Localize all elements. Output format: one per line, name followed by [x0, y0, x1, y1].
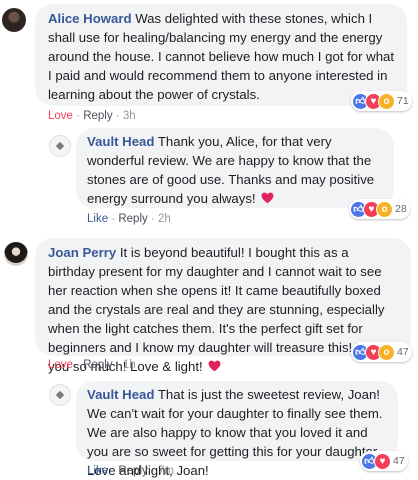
comment-text: It is beyond beautiful! I bought this as…: [48, 245, 393, 374]
like-link[interactable]: Like: [87, 465, 108, 477]
comment-bubble-vault-head-reply-2: Vault Head That is just the sweetest rev…: [76, 381, 398, 478]
comment-actions: Love · Reply · 3h: [48, 110, 136, 122]
reaction-count: 47: [397, 346, 409, 358]
comment-bubble-vault-head-reply-1: Vault Head Thank you, Alice, for that ve…: [76, 128, 394, 208]
wow-icon: o: [376, 200, 393, 218]
separator: ·: [115, 359, 120, 371]
comment-timestamp[interactable]: 1h: [123, 359, 136, 371]
reactions-summary[interactable]: 👍︎ ♥ o 71: [351, 91, 412, 111]
avatar-alice-howard[interactable]: [2, 8, 26, 32]
reaction-count: 71: [397, 95, 409, 107]
comment-timestamp[interactable]: 7m: [158, 465, 174, 477]
separator: ·: [111, 213, 116, 225]
reactions-summary[interactable]: 👍︎ ♥ o 28: [349, 199, 410, 219]
avatar-vault-head[interactable]: [49, 384, 71, 406]
heart-icon: [208, 360, 221, 372]
reactions-summary[interactable]: 👍︎ ♥ 47: [360, 451, 408, 471]
comment-author[interactable]: Alice Howard: [48, 11, 132, 26]
reaction-count: 47: [393, 455, 405, 467]
comment-timestamp[interactable]: 3h: [123, 110, 136, 122]
avatar-joan-perry[interactable]: [4, 242, 28, 266]
reply-link[interactable]: Reply: [83, 110, 112, 122]
heart-icon: [261, 192, 274, 204]
separator: ·: [115, 110, 120, 122]
love-link[interactable]: Love: [48, 110, 73, 122]
reply-link[interactable]: Reply: [118, 213, 147, 225]
reply-link[interactable]: Reply: [83, 359, 112, 371]
love-link[interactable]: Love: [48, 359, 73, 371]
separator: ·: [150, 213, 155, 225]
vault-head-logo-icon: [55, 141, 65, 151]
comment-author[interactable]: Joan Perry: [48, 245, 116, 260]
comment-actions: Like · Reply · 7m: [87, 465, 174, 477]
reply-link[interactable]: Reply: [118, 465, 147, 477]
wow-icon: o: [378, 343, 395, 361]
separator: ·: [111, 465, 116, 477]
comment-bubble-joan-perry: Joan Perry It is beyond beautiful! I bou…: [35, 238, 411, 374]
comment-actions: Love · Reply · 1h: [48, 359, 136, 371]
vault-head-logo-icon: [55, 390, 65, 400]
separator: ·: [150, 465, 155, 477]
avatar-vault-head[interactable]: [49, 135, 71, 157]
wow-icon: o: [378, 92, 395, 110]
comment-bubble-alice-howard: Alice Howard Was delighted with these st…: [35, 4, 407, 106]
separator: ·: [76, 110, 80, 122]
comment-author[interactable]: Vault Head: [87, 387, 154, 402]
comment-actions: Like · Reply · 2h: [87, 213, 171, 225]
comment-timestamp[interactable]: 2h: [158, 213, 171, 225]
like-link[interactable]: Like: [87, 213, 108, 225]
comment-author[interactable]: Vault Head: [87, 134, 154, 149]
reactions-summary[interactable]: 👍︎ ♥ o 47: [351, 342, 412, 362]
separator: ·: [76, 359, 80, 371]
reaction-count: 28: [395, 203, 407, 215]
love-icon: ♥: [374, 452, 391, 470]
